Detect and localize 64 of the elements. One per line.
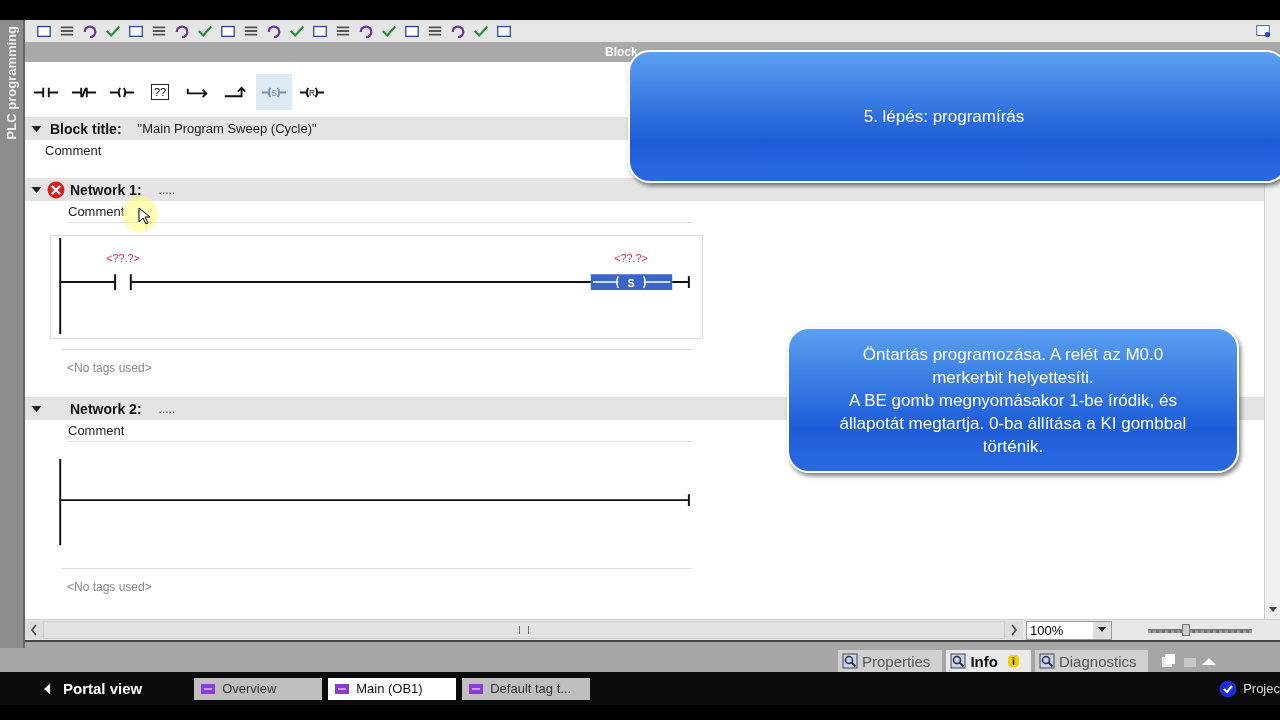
comment-text: Comment (44, 142, 103, 160)
caret-icon (1098, 627, 1106, 633)
chevron-right-icon (1010, 624, 1018, 636)
toolbar-icon[interactable] (495, 23, 513, 39)
closed-contact-icon (70, 85, 98, 99)
zoom-dropdown[interactable]: 100% (1026, 620, 1112, 640)
block-icon (468, 681, 485, 696)
ladder-network-drawing[interactable]: <??.?> <??.?> S (51, 236, 702, 338)
toolbar-icon[interactable] (472, 23, 490, 39)
toolbar-icon[interactable] (127, 23, 145, 39)
collapse-icon[interactable] (31, 185, 42, 194)
collapse-icon[interactable] (31, 404, 42, 413)
chevron-left-icon (30, 624, 38, 636)
toolbar-icon[interactable] (104, 23, 122, 39)
toolbar-icon[interactable] (265, 23, 283, 39)
magnifier-icon (1038, 653, 1055, 669)
portal-view-button[interactable]: Portal view (38, 679, 149, 698)
editor-tab[interactable]: Main (OB1) (328, 677, 457, 700)
inspector-tab[interactable]: Properties (838, 650, 943, 672)
contact-icon (32, 85, 60, 99)
toolbar-icon[interactable] (449, 23, 467, 39)
toolbar-icon[interactable] (35, 23, 53, 39)
info-badge: i (1007, 655, 1019, 667)
network-title: ..... (158, 401, 176, 416)
collapse-icon[interactable] (31, 124, 42, 133)
toolbar-icon[interactable] (403, 23, 421, 39)
horizontal-scrollbar[interactable] (43, 621, 1005, 639)
check-icon (1219, 679, 1238, 698)
magnifier-icon (950, 653, 967, 669)
block-interface-label: Block (605, 45, 638, 59)
toolbar-icon[interactable] (173, 23, 191, 39)
sidebar-label: PLC programming (4, 26, 19, 140)
toolbar-icon[interactable] (81, 23, 99, 39)
coil-icon (108, 85, 136, 99)
slider-thumb[interactable] (1182, 624, 1191, 636)
scroll-down-icon[interactable] (1268, 607, 1277, 613)
tags-note: <No tags used> (67, 580, 152, 594)
editor-tab[interactable]: Overview (194, 677, 323, 700)
window-layout-icon[interactable] (1254, 23, 1272, 39)
scroll-right-button[interactable] (1005, 621, 1023, 639)
tooltip-text: 5. lépés: programírás (863, 106, 1025, 128)
block-title-label: Block title: (50, 120, 122, 137)
toolbar-icon[interactable] (288, 23, 306, 39)
toolbar-icon[interactable] (380, 23, 398, 39)
toolbar-icon[interactable] (219, 23, 237, 39)
editor-tab[interactable]: Default tag t... (462, 677, 591, 700)
network-label: Network 2: (70, 400, 142, 417)
arrow-left-icon (44, 682, 51, 695)
block-title-value: "Main Program Sweep (Cycle)" (137, 121, 317, 136)
magnifier-icon (842, 653, 858, 669)
toolbar-icon[interactable] (311, 23, 329, 39)
network-title: ..... (158, 182, 176, 197)
network-label: Network 1: (70, 181, 142, 198)
block-icon (334, 681, 351, 696)
inspector-tab[interactable]: Info i (946, 650, 1031, 672)
toolbar-icon[interactable] (357, 23, 375, 39)
scroll-left-button[interactable] (25, 621, 43, 639)
tags-note: <No tags used> (67, 361, 152, 375)
inspector-tab[interactable]: Diagnostics (1034, 650, 1149, 672)
toolbar-icon[interactable] (196, 23, 214, 39)
mouse-cursor-icon (138, 207, 150, 225)
block-icon (200, 681, 217, 696)
comment-field[interactable]: Comment (68, 421, 693, 442)
status-text: Projec (1243, 681, 1280, 696)
